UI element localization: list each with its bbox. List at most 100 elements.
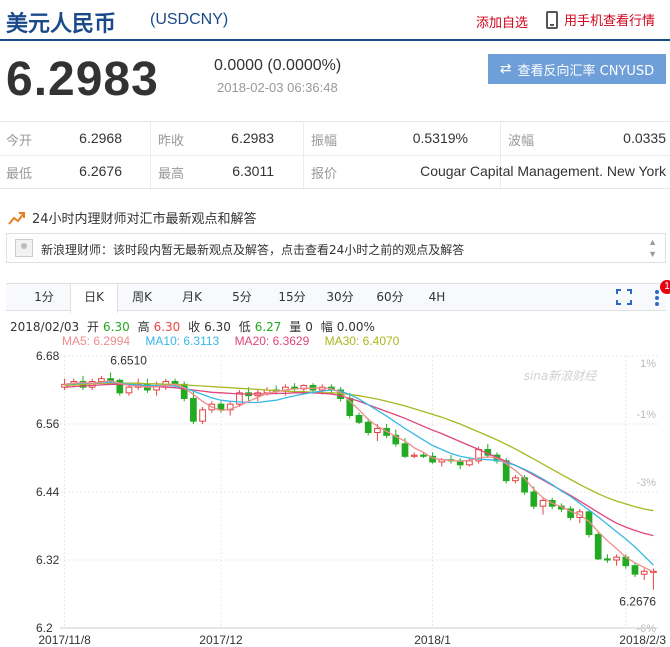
x-tick-label: 2018/2/3 — [619, 633, 666, 647]
scroll-up-icon[interactable]: ▲ — [648, 236, 657, 248]
candle-body[interactable] — [594, 534, 602, 560]
candle-body[interactable] — [190, 398, 197, 422]
stats-col-divider — [303, 122, 304, 190]
kline-open-label: 开 — [87, 320, 100, 334]
fullscreen-icon[interactable] — [616, 289, 632, 305]
quote-source-label: 报价 — [311, 167, 338, 182]
mobile-quotes-label: 用手机查看行情 — [564, 14, 656, 29]
candle-body[interactable] — [640, 570, 648, 575]
kline-chart[interactable]: 6.686.566.446.326.21%-1%-3%-6%2017/11/8 2… — [0, 346, 670, 647]
tab-5min[interactable]: 5分 — [222, 284, 262, 311]
candle-body[interactable] — [466, 460, 473, 466]
prev-close-label: 昨收 — [158, 134, 185, 149]
candle-body[interactable] — [420, 454, 427, 457]
stats-col-divider — [500, 122, 501, 190]
candle-body[interactable] — [374, 428, 381, 433]
kline-volume-label: 量 — [289, 320, 302, 334]
candle-body[interactable] — [410, 454, 418, 457]
trend-up-icon — [8, 211, 25, 225]
quote-stats-table: 今开 6.2968 昨收 6.2983 振幅 0.5319% 波幅 0.0335… — [0, 121, 670, 190]
price-change: 0.0000 (0.0000%) — [214, 57, 342, 74]
add-favorite-button[interactable]: 添加自选 — [476, 12, 528, 31]
tab-30min[interactable]: 30分 — [318, 284, 362, 311]
quote-timestamp: 2018-02-03 06:36:48 — [217, 80, 338, 95]
kline-close: 6.30 — [204, 320, 231, 334]
news-scroll-arrows[interactable]: ▲ ▼ — [648, 236, 657, 260]
pct-tick-label: 1% — [640, 358, 656, 370]
tab-daily-k[interactable]: 日K — [70, 284, 118, 313]
volatility-value: 0.0335 — [623, 130, 666, 146]
tab-4h[interactable]: 4H — [420, 284, 454, 311]
pct-tick-label: -3% — [636, 477, 656, 489]
candle-body[interactable] — [98, 378, 105, 383]
watermark-logo: sina新浪财经 — [524, 369, 599, 383]
tab-monthly-k[interactable]: 月K — [172, 284, 212, 311]
open-label: 今开 — [6, 134, 33, 149]
advisor-news-title[interactable]: 24小时内理财师对汇市最新观点和解答 — [8, 208, 257, 227]
phone-icon — [546, 10, 558, 29]
mobile-quotes-link[interactable]: 用手机查看行情 — [546, 10, 655, 29]
candle-body[interactable] — [107, 378, 114, 381]
price-annotation: 6.6510 — [110, 353, 147, 367]
kline-high: 6.30 — [153, 320, 181, 334]
price-annotation: 6.2676 — [619, 595, 656, 609]
advisor-news-message[interactable]: 新浪理财师：该时段内暂无最新观点及解答，点击查看24小时之前的观点及解答 — [41, 241, 464, 258]
y-tick-label: 6.68 — [36, 349, 60, 363]
candle-body[interactable] — [125, 386, 133, 394]
low-label: 最低 — [6, 167, 33, 182]
kline-high-label: 高 — [137, 320, 150, 334]
candle-body[interactable] — [199, 409, 206, 422]
quote-source-value: Cougar Capital Management. New York — [420, 163, 666, 179]
ma20-line — [64, 383, 654, 537]
high-label: 最高 — [158, 167, 185, 182]
y-tick-label: 6.56 — [36, 417, 60, 431]
current-price: 6.2983 — [6, 53, 159, 106]
kline-amplitude-label: 幅 — [320, 320, 333, 334]
reverse-rate-label: 查看反向汇率 CNYUSD — [517, 63, 655, 79]
advisor-news-box[interactable]: 新浪理财师：该时段内暂无最新观点及解答，点击查看24小时之前的观点及解答 ▲ ▼ — [6, 233, 666, 263]
candle-body[interactable] — [355, 415, 363, 423]
quote-header: 美元人民币 (USDCNY) 添加自选 用手机查看行情 — [0, 0, 670, 40]
low-value: 6.2676 — [79, 163, 122, 179]
pct-tick-label: -1% — [636, 409, 656, 421]
tab-1min[interactable]: 1分 — [24, 284, 64, 311]
x-tick-label: 2017/11/8 — [38, 633, 91, 647]
x-tick-label: 2018/1 — [414, 633, 451, 647]
notification-badge: 1 — [660, 280, 670, 294]
candle-body[interactable] — [604, 558, 611, 561]
candle-body[interactable] — [631, 565, 639, 575]
high-value: 6.3011 — [232, 163, 274, 179]
y-tick-label: 6.44 — [36, 485, 60, 499]
chart-period-tabs: 1分 日K 周K 月K 5分 15分 30分 60分 4H 1 — [6, 280, 670, 313]
scroll-down-icon[interactable]: ▼ — [648, 248, 657, 260]
tab-weekly-k[interactable]: 周K — [122, 284, 162, 311]
volatility-label: 波幅 — [508, 134, 535, 149]
kline-volume: 0 — [305, 320, 313, 334]
candle-body[interactable] — [364, 421, 372, 434]
stats-col-divider — [150, 122, 151, 190]
currency-code: (USDCNY) — [150, 11, 229, 28]
kline-amplitude: 0.00% — [336, 320, 375, 334]
header-divider — [0, 39, 670, 41]
more-options-icon[interactable] — [654, 289, 660, 307]
advisor-avatar-icon — [15, 239, 33, 257]
candle-body[interactable] — [401, 443, 409, 457]
candle-body[interactable] — [539, 500, 547, 507]
y-tick-label: 6.32 — [36, 553, 60, 567]
kline-open: 6.30 — [103, 320, 130, 334]
candle-body[interactable] — [613, 556, 620, 561]
swap-icon: ⇄ — [499, 61, 512, 77]
tab-15min[interactable]: 15分 — [270, 284, 314, 311]
amplitude-value: 0.5319% — [412, 130, 468, 146]
candle-body[interactable] — [530, 491, 538, 507]
kline-info-line: 2018/02/03 开 6.30 高 6.30 收 6.30 低 6.27 量0 幅0… — [10, 318, 379, 335]
kline-date: 2018/02/03 — [10, 320, 80, 334]
kline-low-label: 低 — [238, 320, 251, 334]
tab-60min[interactable]: 60分 — [368, 284, 412, 311]
kline-close-label: 收 — [188, 320, 201, 334]
prev-close-value: 6.2983 — [231, 130, 274, 146]
stats-row-divider — [0, 155, 670, 156]
kline-low: 6.27 — [254, 320, 282, 334]
reverse-rate-button[interactable]: ⇄ 查看反向汇率 CNYUSD — [488, 54, 666, 84]
candle-body[interactable] — [512, 477, 519, 482]
